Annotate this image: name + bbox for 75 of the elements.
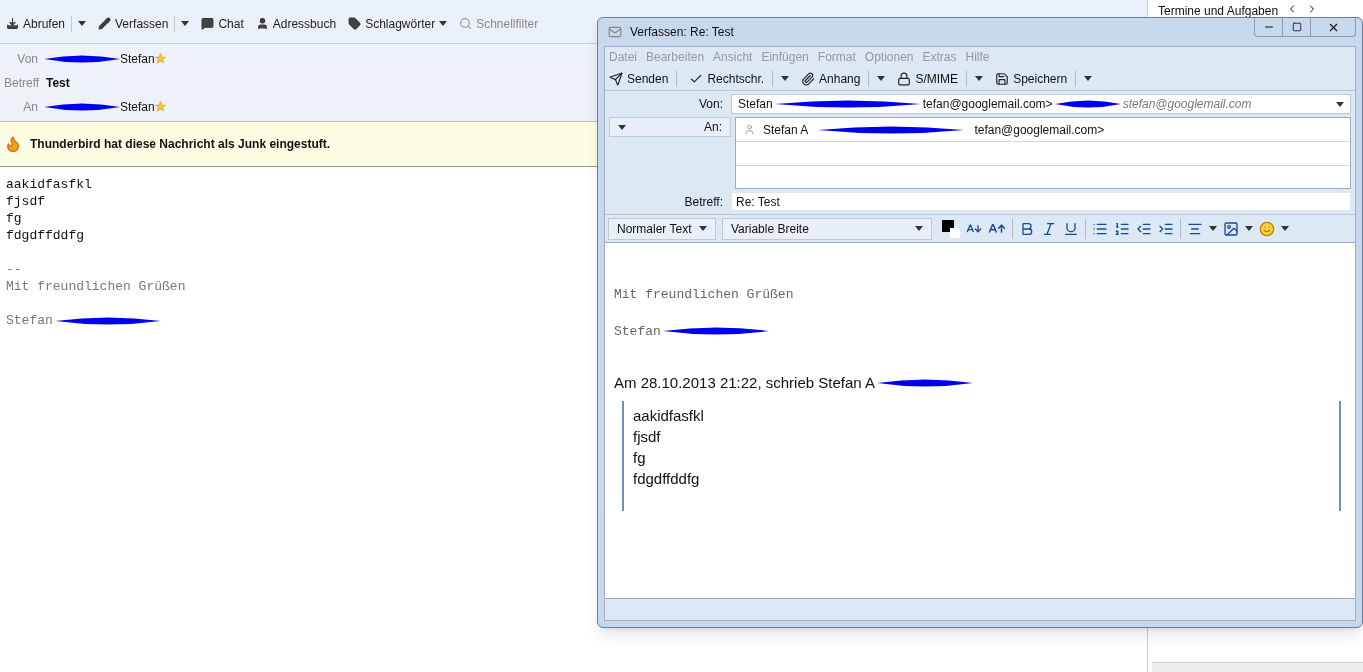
- font-dropdown[interactable]: Variable Breite: [722, 217, 932, 240]
- header-label: Von: [16, 50, 39, 68]
- caret-icon[interactable]: [915, 226, 923, 231]
- signature-line: Mit freundlichen Grüßen: [614, 286, 794, 304]
- caret-icon[interactable]: [1336, 101, 1344, 107]
- from-label: Von:: [697, 96, 724, 113]
- caret-icon[interactable]: [618, 124, 626, 130]
- toolbar-button[interactable]: Schlagwörter: [348, 14, 448, 33]
- envelope-icon: [608, 25, 622, 39]
- numbered-list-icon: [1114, 220, 1130, 237]
- body-line: fg: [6, 210, 22, 227]
- caret-icon[interactable]: [1245, 226, 1253, 231]
- contact-name[interactable]: Stefan: [120, 49, 155, 68]
- caret-icon[interactable]: [1209, 226, 1217, 231]
- toolbar-button[interactable]: Senden: [609, 69, 669, 88]
- send-icon: [609, 71, 623, 86]
- text-color-icon[interactable]: [942, 219, 960, 238]
- pencil-icon: [98, 17, 112, 30]
- signature-name: Stefan: [614, 322, 661, 341]
- caret-icon[interactable]: [1084, 76, 1093, 81]
- body-line: aakidfasfkl: [6, 176, 92, 193]
- paperclip-icon: [801, 71, 816, 86]
- chat-icon: [201, 17, 215, 30]
- quoted-text: aakidfasfkl fjsdf fg fdgdffddfg: [622, 400, 1341, 511]
- toolbar-button[interactable]: Rechtschr.: [689, 69, 765, 88]
- caret-icon[interactable]: [975, 76, 984, 81]
- toolbar-button[interactable]: Chat: [201, 14, 244, 33]
- bold-icon: [1019, 220, 1035, 237]
- flame-icon: [4, 135, 22, 153]
- person-icon: [255, 17, 269, 30]
- from-selector[interactable]: Stefan tefan@googlemail.com> stefan@googlemail.com: [731, 94, 1351, 114]
- underline-icon: [1063, 220, 1079, 237]
- image-icon: [1223, 220, 1239, 237]
- body-line: fjsdf: [6, 193, 45, 210]
- subject-field[interactable]: Re: Test: [731, 192, 1351, 211]
- recipient-type-selector[interactable]: An:: [609, 117, 731, 137]
- contact-name[interactable]: Stefan: [120, 97, 155, 116]
- header-label: An: [22, 98, 39, 116]
- message-editor[interactable]: Mit freundlichen Grüßen Stefan Am 28.10.2013 21:22, schrieb Stefan A aakidfasfkl fjsdf fg fdgdffddfg: [605, 242, 1355, 598]
- subject-label: Betreff:: [683, 193, 724, 211]
- tag-icon: [348, 17, 362, 30]
- caret-icon[interactable]: [1281, 226, 1289, 231]
- toolbar-button[interactable]: Verfassen: [98, 14, 169, 33]
- caret-icon[interactable]: [78, 21, 87, 26]
- toolbar-button[interactable]: Speichern: [995, 69, 1068, 88]
- toolbar-button[interactable]: Abrufen: [6, 14, 66, 33]
- italic-icon: [1041, 220, 1057, 237]
- subject-text: Test: [45, 74, 70, 92]
- recipient-list: Stefan A tefan@googlemail.com>: [735, 117, 1351, 189]
- panel-title: Termine und Aufgaben: [1158, 2, 1279, 17]
- caret-icon[interactable]: [439, 21, 448, 26]
- signature-line: --: [6, 261, 22, 278]
- star-icon[interactable]: [154, 53, 166, 64]
- download-icon: [6, 17, 19, 30]
- caret-icon[interactable]: [181, 21, 190, 26]
- signature-line: Mit freundlichen Grüßen: [6, 278, 186, 295]
- toolbar-button[interactable]: Anhang: [801, 69, 861, 88]
- body-line: fdgdffddfg: [6, 227, 84, 244]
- signature-name: Stefan: [6, 312, 53, 329]
- star-icon[interactable]: [154, 101, 166, 112]
- person-icon: [744, 124, 755, 135]
- lock-icon: [897, 71, 912, 86]
- toolbar-button[interactable]: S/MIME: [897, 69, 959, 88]
- caret-icon[interactable]: [877, 76, 886, 81]
- window-title: Verfassen: Re: Test: [630, 24, 734, 41]
- header-label: Betreff: [4, 74, 41, 92]
- toolbar-button[interactable]: Adressbuch: [255, 14, 337, 33]
- search-icon: [459, 17, 473, 30]
- smiley-icon: [1259, 220, 1275, 237]
- junk-notice: Thunderbird hat diese Nachricht als Junk eingestuft.: [30, 136, 331, 153]
- paragraph-format-dropdown[interactable]: Normaler Text: [608, 217, 716, 240]
- caret-icon[interactable]: [781, 76, 790, 81]
- quote-header: Am 28.10.2013 21:22, schrieb Stefan A: [614, 373, 875, 393]
- maximize-icon: [1291, 22, 1302, 32]
- caret-icon[interactable]: [699, 226, 707, 231]
